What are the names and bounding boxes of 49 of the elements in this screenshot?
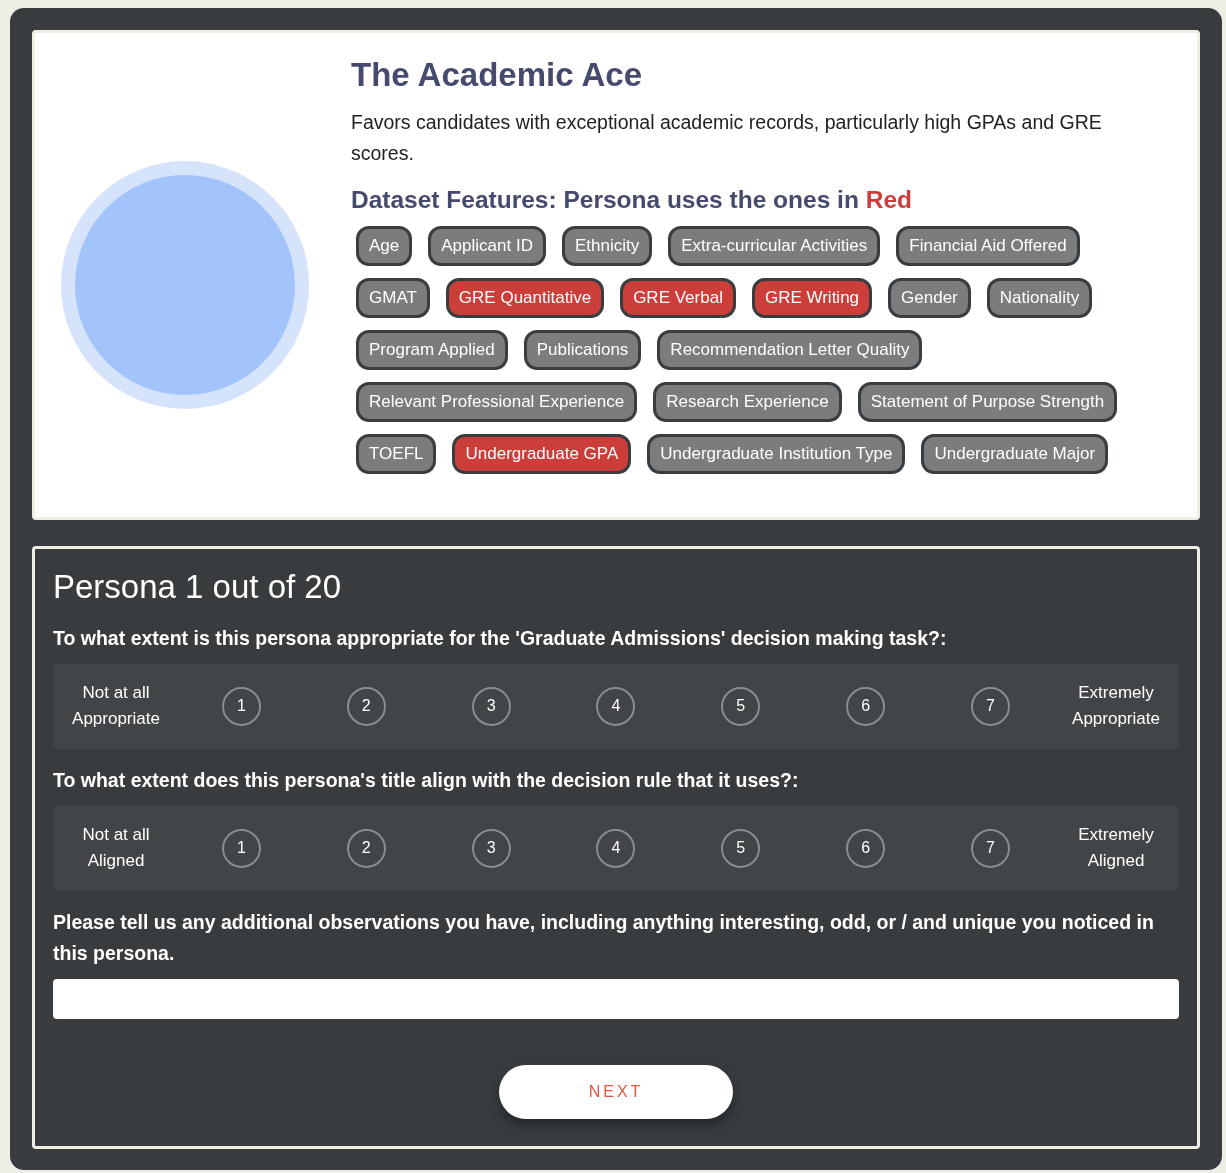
feature-tag: Undergraduate Institution Type xyxy=(647,434,906,474)
features-heading: Dataset Features: Persona uses the ones in Red xyxy=(351,184,913,214)
feature-tag: Financial Aid Offered xyxy=(896,226,1080,266)
feature-tag: Ethnicity xyxy=(561,226,653,266)
feature-tag: Research Experience xyxy=(653,382,842,422)
rating-option[interactable]: 5 xyxy=(721,686,761,726)
rating-option[interactable]: 6 xyxy=(846,828,886,868)
feature-tag: Publications xyxy=(523,330,642,370)
feature-tag: Relevant Professional Experience xyxy=(356,382,638,422)
feature-tag: GMAT xyxy=(356,278,430,318)
feature-tag: GRE Quantitative xyxy=(445,278,605,318)
feature-tag: Age xyxy=(356,226,413,266)
rating-option[interactable]: 2 xyxy=(346,828,386,868)
rating-option[interactable]: 1 xyxy=(221,828,261,868)
persona-title: The Academic Ace xyxy=(351,55,643,95)
question-text: To what extent is this persona appropriate for the 'Graduate Admissions' decision making task?: xyxy=(53,625,948,651)
feature-tag: Undergraduate Major xyxy=(921,434,1109,474)
feature-tag: Statement of Purpose Strength xyxy=(857,382,1118,422)
feature-tag: Program Applied xyxy=(356,330,508,370)
feature-tag: GRE Verbal xyxy=(620,278,736,318)
scale-low-label: Not at all Appropriate xyxy=(71,682,161,731)
scale-high-label: Extremely Appropriate xyxy=(1071,682,1161,731)
rating-option[interactable]: 1 xyxy=(221,686,261,726)
feature-tag: Extra-curricular Activities xyxy=(668,226,881,266)
question-text: To what extent does this persona's title align with the decision rule that it uses?: xyxy=(53,767,800,793)
persona-description: Favors candidates with exceptional academic records, particularly high GPAs and GRE scores. xyxy=(351,109,1103,166)
feature-tag: Undergraduate GPA xyxy=(452,434,632,474)
scale-low-label: Not at all Aligned xyxy=(81,824,151,873)
rating-option[interactable]: 7 xyxy=(971,828,1010,868)
feature-tag: Nationality xyxy=(986,278,1093,318)
rating-option[interactable]: 2 xyxy=(346,686,386,726)
rating-option[interactable]: 4 xyxy=(596,828,636,868)
scale-high-label: Extremely Aligned xyxy=(1077,824,1155,873)
feature-tag: GRE Writing xyxy=(751,278,873,318)
feature-tag: TOEFL xyxy=(356,434,437,474)
rating-option[interactable]: 4 xyxy=(596,686,636,726)
rating-option[interactable]: 5 xyxy=(721,828,761,868)
rating-option[interactable]: 7 xyxy=(971,686,1010,726)
feature-tag: Recommendation Letter Quality xyxy=(657,330,923,370)
survey-heading: Persona 1 out of 20 xyxy=(53,567,343,607)
feature-tag: Applicant ID xyxy=(428,226,546,266)
avatar-icon xyxy=(61,161,309,409)
question-text: Please tell us any additional observations you have, including anything interesting, odd, or / and unique you noticed in this persona. xyxy=(53,909,1155,966)
rating-option[interactable]: 3 xyxy=(471,686,511,726)
rating-option[interactable]: 3 xyxy=(471,828,511,868)
answer-field[interactable] xyxy=(53,978,1179,1019)
rating-option[interactable]: 6 xyxy=(846,686,886,726)
feature-tag: Gender xyxy=(888,278,971,318)
next-button[interactable]: NEXT xyxy=(499,1064,733,1119)
